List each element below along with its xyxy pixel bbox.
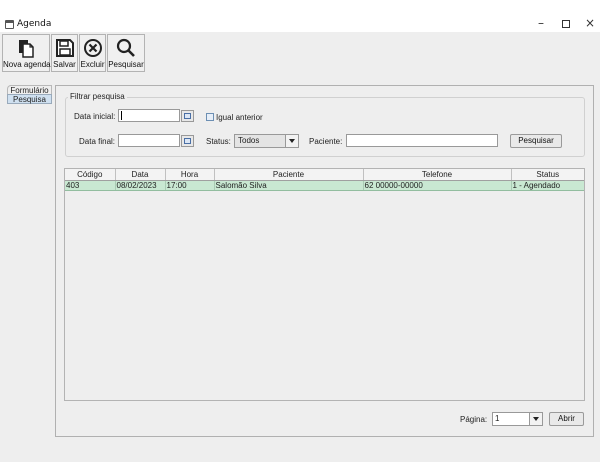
filter-legend: Filtrar pesquisa xyxy=(68,92,127,101)
delete-label: Excluir xyxy=(80,60,105,69)
cell-telefone: 62 00000-00000 xyxy=(363,180,512,191)
filter-search-button[interactable]: Pesquisar xyxy=(510,134,562,148)
save-icon xyxy=(55,38,75,58)
cell-status: 1 - Agendado xyxy=(511,180,584,191)
search-toolbar-label: Pesquisar xyxy=(108,60,144,69)
end-date-calendar-button[interactable] xyxy=(181,135,194,147)
search-toolbar-button[interactable]: Pesquisar xyxy=(107,34,145,72)
start-date-calendar-button[interactable] xyxy=(181,110,194,122)
text-cursor xyxy=(121,111,122,121)
title-bar: Agenda – × xyxy=(0,0,600,32)
start-date-label: Data inicial: xyxy=(74,112,116,121)
page-label: Página: xyxy=(460,415,488,424)
cell-codigo: 403 xyxy=(65,180,116,191)
status-value: Todos xyxy=(238,136,260,145)
minimize-button[interactable]: – xyxy=(528,14,554,32)
calendar-window-icon xyxy=(5,20,14,29)
window-title: Agenda xyxy=(17,19,52,29)
new-agenda-button[interactable]: Nova agenda xyxy=(2,34,51,72)
col-data[interactable]: Data xyxy=(115,169,166,181)
cell-hora: 17:00 xyxy=(165,180,215,191)
status-select[interactable]: Todos xyxy=(234,134,299,148)
save-button[interactable]: Salvar xyxy=(51,34,78,72)
save-label: Salvar xyxy=(53,60,76,69)
igual-anterior-label: Igual anterior xyxy=(216,113,263,122)
patient-field[interactable] xyxy=(346,134,498,147)
tab-pesquisa[interactable]: Pesquisa xyxy=(7,94,52,104)
chevron-down-icon[interactable] xyxy=(529,413,542,425)
maximize-button[interactable] xyxy=(553,14,579,32)
col-status[interactable]: Status xyxy=(511,169,584,181)
delete-button[interactable]: Excluir xyxy=(79,34,106,72)
table-row[interactable]: 403 08/02/2023 17:00 Salomão Silva 62 00… xyxy=(65,180,584,191)
status-label: Status: xyxy=(206,137,231,146)
filter-group xyxy=(65,97,585,157)
calendar-icon xyxy=(184,138,191,144)
table-header-row: Código Data Hora Paciente Telefone Statu… xyxy=(65,169,584,181)
end-date-label: Data final: xyxy=(79,137,116,146)
chevron-down-icon[interactable] xyxy=(285,135,298,147)
calendar-icon xyxy=(184,113,191,119)
page-value: 1 xyxy=(495,414,500,423)
col-paciente[interactable]: Paciente xyxy=(214,169,364,181)
cell-data: 08/02/2023 xyxy=(115,180,166,191)
col-hora[interactable]: Hora xyxy=(165,169,215,181)
close-button[interactable]: × xyxy=(577,14,600,32)
delete-icon xyxy=(83,38,103,58)
page-select[interactable]: 1 xyxy=(492,412,543,426)
col-telefone[interactable]: Telefone xyxy=(363,169,512,181)
patient-label: Paciente: xyxy=(309,137,343,146)
new-agenda-label: Nova agenda xyxy=(3,60,51,69)
col-codigo[interactable]: Código xyxy=(65,169,116,181)
toolbar: Nova agenda Salvar Excluir Pesquisar xyxy=(0,32,600,74)
cell-paciente: Salomão Silva xyxy=(214,180,364,191)
new-document-icon xyxy=(16,38,36,58)
igual-anterior-checkbox[interactable] xyxy=(206,113,214,121)
end-date-field[interactable] xyxy=(118,134,180,147)
search-icon xyxy=(116,38,136,58)
results-table: Código Data Hora Paciente Telefone Statu… xyxy=(64,168,585,401)
start-date-field[interactable] xyxy=(118,109,180,122)
open-page-button[interactable]: Abrir xyxy=(549,412,584,426)
